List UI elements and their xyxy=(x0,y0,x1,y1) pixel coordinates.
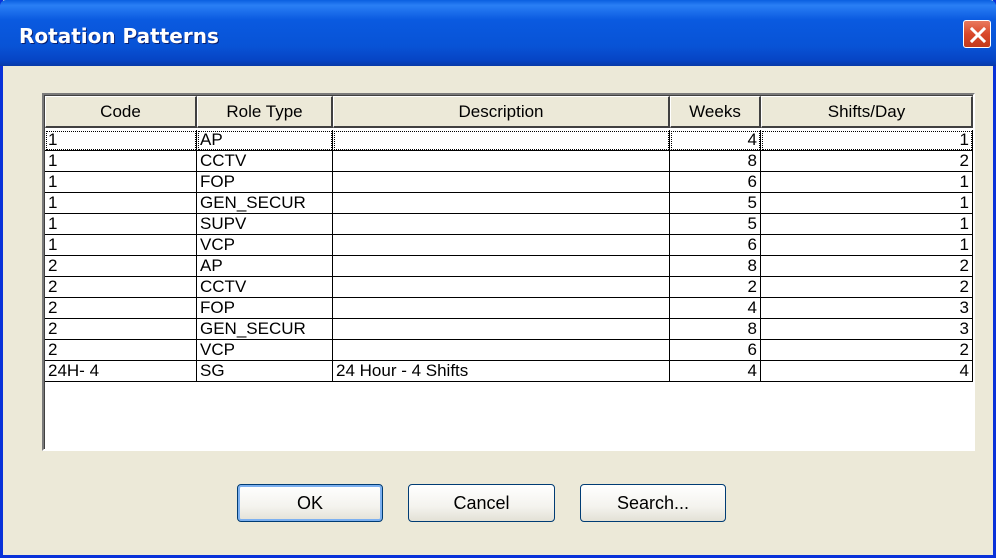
table-row[interactable]: 2 AP 8 2 xyxy=(45,256,973,277)
cell-weeks[interactable]: 8 xyxy=(670,151,761,172)
table-row[interactable]: 1 FOP 6 1 xyxy=(45,172,973,193)
column-header-code[interactable]: Code xyxy=(45,96,197,128)
table-row[interactable]: 1 SUPV 5 1 xyxy=(45,214,973,235)
cell-description[interactable] xyxy=(333,172,670,193)
ok-button[interactable]: OK xyxy=(237,484,383,522)
cell-shifts-per-day[interactable]: 1 xyxy=(761,130,973,151)
cell-role-type[interactable]: VCP xyxy=(197,340,333,361)
cell-role-type[interactable]: AP xyxy=(197,256,333,277)
cell-shifts-per-day[interactable]: 2 xyxy=(761,340,973,361)
cell-shifts-per-day[interactable]: 1 xyxy=(761,214,973,235)
search-button[interactable]: Search... xyxy=(580,484,726,522)
rotation-patterns-grid[interactable]: Code Role Type Description Weeks Shifts/… xyxy=(42,93,975,451)
cell-description[interactable] xyxy=(333,298,670,319)
cell-code[interactable]: 2 xyxy=(45,256,197,277)
cell-shifts-per-day[interactable]: 3 xyxy=(761,298,973,319)
cell-role-type[interactable]: CCTV xyxy=(197,151,333,172)
column-header-weeks[interactable]: Weeks xyxy=(670,96,761,128)
cell-code[interactable]: 1 xyxy=(45,193,197,214)
cell-role-type[interactable]: GEN_SECUR xyxy=(197,193,333,214)
cell-weeks[interactable]: 5 xyxy=(670,193,761,214)
cell-shifts-per-day[interactable]: 2 xyxy=(761,277,973,298)
cell-code[interactable]: 1 xyxy=(45,235,197,256)
close-icon xyxy=(969,26,987,44)
cancel-button[interactable]: Cancel xyxy=(408,484,555,522)
window-title: Rotation Patterns xyxy=(19,24,219,48)
cell-code[interactable]: 2 xyxy=(45,277,197,298)
cell-shifts-per-day[interactable]: 3 xyxy=(761,319,973,340)
cell-weeks[interactable]: 8 xyxy=(670,319,761,340)
table-row[interactable]: 1 GEN_SECUR 5 1 xyxy=(45,193,973,214)
cell-role-type[interactable]: SG xyxy=(197,361,333,382)
cell-code[interactable]: 1 xyxy=(45,214,197,235)
table-row[interactable]: 2 VCP 6 2 xyxy=(45,340,973,361)
cell-role-type[interactable]: FOP xyxy=(197,298,333,319)
cell-description[interactable] xyxy=(333,130,670,151)
cell-code[interactable]: 1 xyxy=(45,172,197,193)
cell-weeks[interactable]: 6 xyxy=(670,235,761,256)
cell-description[interactable] xyxy=(333,193,670,214)
cell-code[interactable]: 1 xyxy=(45,151,197,172)
cell-weeks[interactable]: 5 xyxy=(670,214,761,235)
table-row[interactable]: 1 VCP 6 1 xyxy=(45,235,973,256)
table-row[interactable]: 1 CCTV 8 2 xyxy=(45,151,973,172)
cell-description[interactable] xyxy=(333,151,670,172)
cell-weeks[interactable]: 4 xyxy=(670,298,761,319)
cell-shifts-per-day[interactable]: 1 xyxy=(761,235,973,256)
cell-code[interactable]: 24H- 4 xyxy=(45,361,197,382)
column-header-shifts-per-day[interactable]: Shifts/Day xyxy=(761,96,973,128)
column-header-role-type[interactable]: Role Type xyxy=(197,96,333,128)
cell-description[interactable] xyxy=(333,319,670,340)
cell-description[interactable] xyxy=(333,340,670,361)
close-button[interactable] xyxy=(963,20,991,48)
cell-shifts-per-day[interactable]: 1 xyxy=(761,172,973,193)
cell-shifts-per-day[interactable]: 2 xyxy=(761,256,973,277)
grid-body: Code Role Type Description Weeks Shifts/… xyxy=(45,96,973,450)
cell-code[interactable]: 2 xyxy=(45,340,197,361)
cell-weeks[interactable]: 8 xyxy=(670,256,761,277)
cell-code[interactable]: 2 xyxy=(45,298,197,319)
cell-role-type[interactable]: AP xyxy=(197,130,333,151)
rotation-patterns-dialog: Rotation Patterns Code Role Type Descrip… xyxy=(0,0,996,558)
cell-role-type[interactable]: GEN_SECUR xyxy=(197,319,333,340)
cell-description[interactable]: 24 Hour - 4 Shifts xyxy=(333,361,670,382)
cell-code[interactable]: 1 xyxy=(45,130,197,151)
cell-description[interactable] xyxy=(333,235,670,256)
cell-weeks[interactable]: 4 xyxy=(670,361,761,382)
column-header-description[interactable]: Description xyxy=(333,96,670,128)
cell-weeks[interactable]: 4 xyxy=(670,130,761,151)
table-row[interactable]: 24H- 4 SG 24 Hour - 4 Shifts 4 4 xyxy=(45,361,973,382)
table-row[interactable]: 1 AP 4 1 xyxy=(45,130,973,151)
title-bar[interactable]: Rotation Patterns xyxy=(0,0,996,66)
table-row[interactable]: 2 CCTV 2 2 xyxy=(45,277,973,298)
cell-weeks[interactable]: 6 xyxy=(670,172,761,193)
cell-role-type[interactable]: CCTV xyxy=(197,277,333,298)
table-row[interactable]: 2 FOP 4 3 xyxy=(45,298,973,319)
cell-weeks[interactable]: 6 xyxy=(670,340,761,361)
table-row[interactable]: 2 GEN_SECUR 8 3 xyxy=(45,319,973,340)
cell-role-type[interactable]: VCP xyxy=(197,235,333,256)
cell-shifts-per-day[interactable]: 4 xyxy=(761,361,973,382)
cell-description[interactable] xyxy=(333,256,670,277)
cell-description[interactable] xyxy=(333,214,670,235)
cell-shifts-per-day[interactable]: 2 xyxy=(761,151,973,172)
cell-description[interactable] xyxy=(333,277,670,298)
cell-weeks[interactable]: 2 xyxy=(670,277,761,298)
cell-role-type[interactable]: FOP xyxy=(197,172,333,193)
cell-role-type[interactable]: SUPV xyxy=(197,214,333,235)
cell-shifts-per-day[interactable]: 1 xyxy=(761,193,973,214)
cell-code[interactable]: 2 xyxy=(45,319,197,340)
